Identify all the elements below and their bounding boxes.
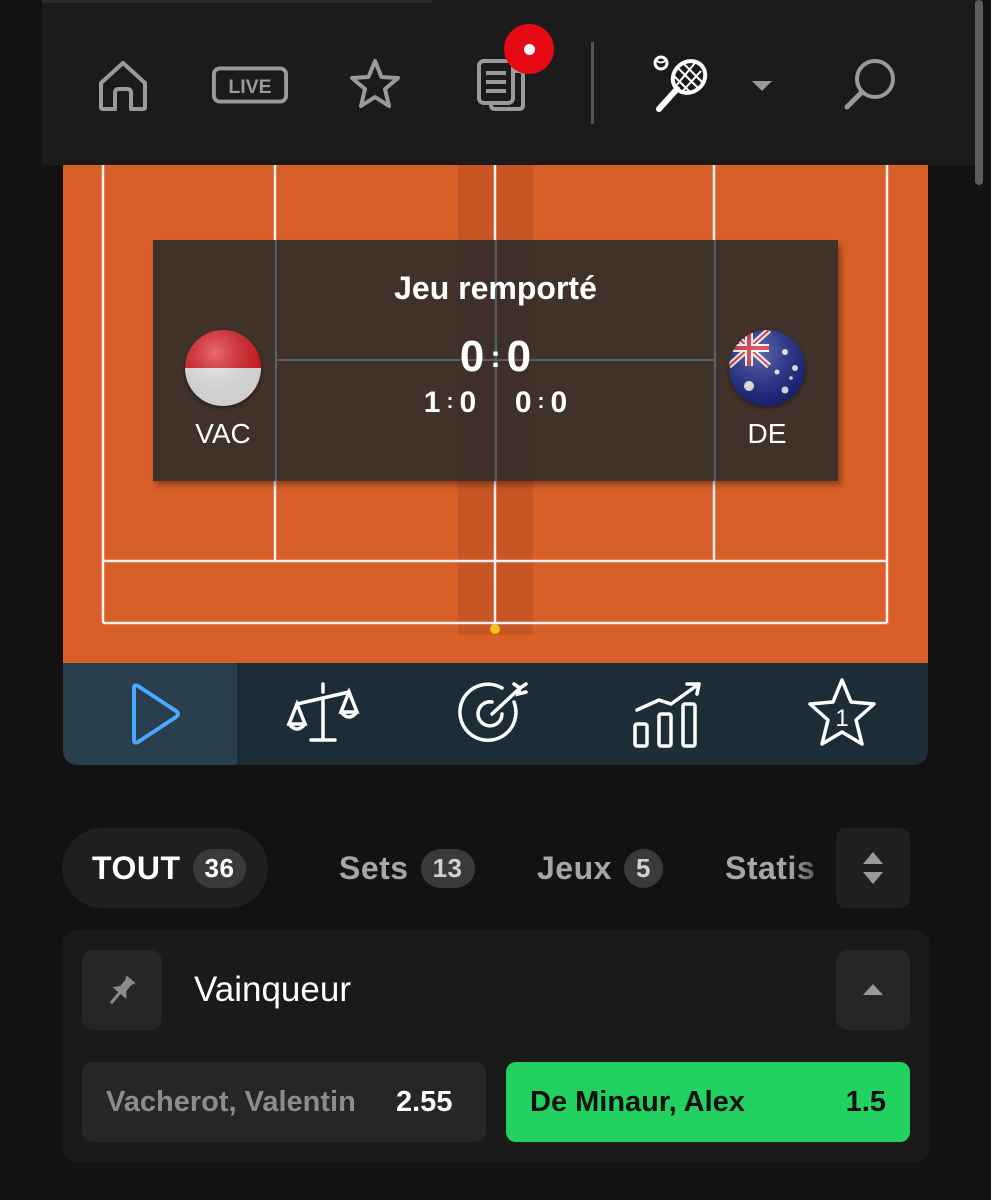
scales-icon: [286, 682, 360, 742]
pin-market-button[interactable]: [82, 950, 162, 1030]
top-edge-line: [42, 0, 432, 3]
game-status: Jeu remporté: [394, 270, 597, 306]
market-category-tabs: TOUT 36 Sets 13 Jeux 5 Statis: [62, 828, 842, 908]
tab-statistics[interactable]: [583, 663, 756, 765]
match-view-toolbar: 1: [63, 663, 928, 765]
player2-code: DE: [747, 418, 787, 449]
collapse-all-button[interactable]: [836, 828, 910, 908]
home-icon[interactable]: [88, 50, 158, 120]
tab-tout[interactable]: TOUT 36: [62, 828, 269, 908]
live-label: LIVE: [228, 76, 271, 98]
outcome-button-player1[interactable]: Vacherot, Valentin 2.55: [82, 1062, 486, 1142]
set1-player1: 1: [423, 386, 441, 419]
tab-live-play[interactable]: [63, 663, 237, 765]
market-title: Vainqueur: [194, 970, 351, 1009]
rank-number: 1: [835, 705, 848, 732]
sport-dropdown-chevron-icon[interactable]: [740, 50, 784, 120]
set-scores: 1:0 0:0: [423, 386, 568, 419]
rank-star-icon: 1: [807, 678, 876, 746]
tab-label: Jeux: [537, 849, 612, 886]
tab-count: 13: [420, 848, 475, 888]
live-icon[interactable]: LIVE: [210, 50, 290, 120]
outcome-name: De Minaur, Alex: [530, 1085, 745, 1118]
player2-points: 0: [506, 332, 532, 381]
stats-chart-icon: [633, 682, 701, 748]
collapse-market-button[interactable]: [836, 950, 910, 1030]
collapse-chevrons-icon: [863, 852, 883, 884]
tab-sets[interactable]: Sets 13: [339, 828, 475, 908]
set2-player2: 0: [550, 386, 568, 419]
set1-player2: 0: [459, 386, 477, 419]
tab-predictions[interactable]: [410, 663, 583, 765]
tab-rankings[interactable]: 1: [755, 663, 928, 765]
tab-label: TOUT: [92, 849, 181, 886]
search-icon[interactable]: [834, 50, 904, 120]
nav-separator: [591, 42, 594, 124]
page-scrollbar[interactable]: [975, 0, 983, 185]
pin-icon: [110, 975, 136, 1004]
notification-badge: [504, 24, 554, 74]
outcome-price: 1.5: [845, 1085, 886, 1118]
favorites-star-icon[interactable]: [340, 50, 410, 120]
player1-points: 0: [459, 332, 485, 381]
market-card-winner: Vainqueur Vacherot, Valentin 2.55 De Min…: [62, 930, 930, 1162]
current-game-points: 0:0: [459, 332, 532, 381]
play-icon: [132, 683, 180, 745]
tab-count: 36: [192, 848, 247, 888]
tab-jeux[interactable]: Jeux 5: [537, 828, 663, 908]
outcome-button-player2[interactable]: De Minaur, Alex 1.5: [506, 1062, 910, 1142]
chevron-up-icon: [863, 984, 883, 995]
tab-head-to-head[interactable]: [237, 663, 410, 765]
set2-player1: 0: [514, 386, 532, 419]
tab-count: 5: [623, 848, 663, 888]
tab-label: Sets: [339, 849, 409, 886]
player1-code: VAC: [195, 418, 251, 449]
tennis-icon[interactable]: [646, 50, 716, 120]
outcome-name: Vacherot, Valentin: [106, 1085, 356, 1118]
tabs-fade-overlay: [790, 828, 840, 908]
score-card: Jeu remporté VAC DE 0:0 1: 0 0: 0: [153, 240, 838, 481]
target-icon: [458, 682, 528, 742]
outcome-price: 2.55: [396, 1085, 453, 1118]
